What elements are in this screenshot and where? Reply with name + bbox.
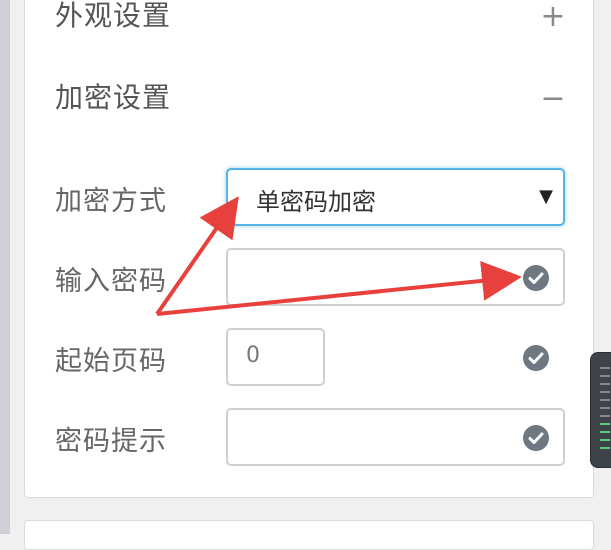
check-circle-icon	[523, 265, 549, 291]
next-panel	[24, 520, 594, 550]
floating-scroll-widget[interactable]	[590, 352, 611, 468]
password-input[interactable]	[226, 248, 565, 306]
password-hint-input[interactable]	[226, 408, 565, 466]
encryption-method-value: 单密码加密	[256, 188, 376, 216]
password-hint-label: 密码提示	[55, 426, 167, 457]
settings-panel: 外观设置 + 加密设置 − 加密方式 单密码加密 ▼ 输入密码 起始页码 0 密…	[24, 0, 594, 498]
check-circle-icon	[523, 345, 549, 371]
start-page-input[interactable]: 0	[226, 328, 325, 386]
section-title-appearance[interactable]: 外观设置	[55, 0, 171, 34]
left-scroll-gutter	[0, 0, 10, 534]
caret-down-icon: ▼	[539, 186, 553, 207]
start-page-value: 0	[246, 343, 260, 368]
encryption-method-select[interactable]: 单密码加密 ▼	[226, 168, 565, 226]
start-page-label: 起始页码	[55, 346, 167, 377]
encryption-method-label: 加密方式	[55, 186, 167, 217]
collapse-toggle-encryption[interactable]: −	[538, 84, 568, 114]
expand-toggle-appearance[interactable]: +	[538, 2, 568, 32]
password-label: 输入密码	[55, 266, 167, 297]
check-circle-icon	[523, 425, 549, 451]
section-title-encryption[interactable]: 加密设置	[55, 76, 171, 116]
